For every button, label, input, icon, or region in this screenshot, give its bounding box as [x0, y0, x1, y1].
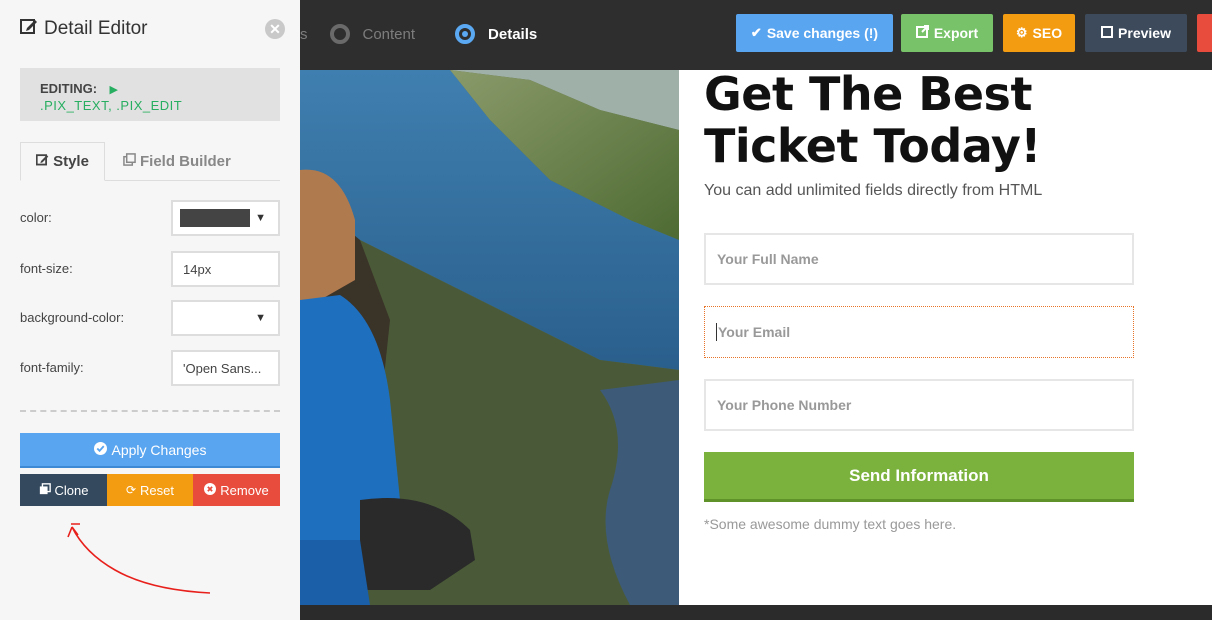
preview-button[interactable]: Preview: [1085, 14, 1187, 52]
window-icon: [1101, 25, 1114, 41]
remove-label: Remove: [220, 482, 269, 498]
email-field[interactable]: Your Email: [704, 306, 1134, 358]
property-row-background-color: background-color: ▼: [20, 300, 280, 336]
field-placeholder: Your Email: [718, 324, 791, 340]
element-actions: Clone ⟳ Reset Remove: [20, 474, 280, 506]
refresh-icon: ⟳: [125, 483, 137, 497]
color-select[interactable]: ▼: [171, 200, 280, 236]
times-circle-icon: [204, 482, 217, 498]
property-row-font-size: font-size: 14px: [20, 251, 280, 287]
dashed-divider: [20, 410, 280, 412]
step-details[interactable]: Details: [455, 24, 537, 44]
dropdown-arrow-icon: ▼: [255, 312, 266, 324]
step-label: Content: [362, 25, 416, 43]
export-button[interactable]: Export: [901, 14, 993, 52]
color-swatch: [180, 209, 250, 227]
edit-icon: [20, 17, 38, 41]
property-row-color: color: ▼: [20, 200, 280, 236]
font-size-input[interactable]: 14px: [171, 251, 280, 287]
apply-changes-label: Apply Changes: [111, 441, 207, 458]
remove-button[interactable]: Remove: [193, 474, 280, 506]
hero-image: [300, 70, 679, 605]
panel-title-text: Detail Editor: [44, 18, 148, 39]
fjord-landscape-image: [300, 70, 679, 605]
editing-label: EDITING:: [40, 81, 98, 96]
external-link-icon: [915, 25, 929, 41]
seo-label: SEO: [1032, 25, 1063, 41]
tab-style[interactable]: Style: [20, 142, 105, 181]
tab-label: Style: [53, 153, 89, 170]
step-content[interactable]: Content: [329, 24, 416, 44]
tab-label: Field Builder: [140, 153, 231, 170]
step-label: Details: [488, 25, 538, 43]
property-value: 14px: [183, 261, 212, 277]
field-placeholder: Your Full Name: [717, 251, 819, 267]
text-caret: [716, 323, 717, 341]
property-row-font-family: font-family: 'Open Sans...: [20, 350, 280, 386]
play-icon[interactable]: ▶: [110, 84, 118, 96]
page-subtext[interactable]: You can add unlimited fields directly fr…: [704, 182, 1042, 200]
property-label: font-family:: [20, 360, 84, 375]
step-circle-active-icon: [455, 24, 476, 44]
full-name-field[interactable]: Your Full Name: [704, 233, 1134, 285]
edit-icon: [35, 153, 49, 170]
export-label: Export: [933, 25, 979, 41]
reset-label: Reset: [140, 482, 175, 498]
check-icon: ✔: [750, 25, 762, 40]
panel-title: Detail Editor: [20, 17, 148, 41]
detail-editor-panel: Detail Editor ✕ EDITING: ▶ .PIX_TEXT, .P…: [0, 0, 300, 620]
step-label: s: [300, 25, 308, 43]
save-changes-label: Save changes (!): [766, 25, 879, 41]
step-nav: s Content Details: [300, 0, 577, 68]
property-label: font-size:: [20, 261, 73, 276]
clone-icon: [39, 482, 51, 498]
page-headline[interactable]: Get The Best Ticket Today!: [704, 68, 1144, 172]
step-circle-icon: [329, 24, 350, 44]
clone-icon: [123, 153, 136, 170]
tab-field-builder[interactable]: Field Builder: [123, 142, 231, 181]
field-placeholder: Your Phone Number: [717, 397, 852, 413]
bottom-strip: [300, 605, 1212, 620]
seo-button[interactable]: ⚙ SEO: [1003, 14, 1075, 52]
property-label: background-color:: [20, 310, 125, 325]
save-changes-button[interactable]: ✔ Save changes (!): [736, 14, 893, 52]
reset-button[interactable]: ⟳ Reset: [107, 474, 193, 506]
apply-changes-button[interactable]: Apply Changes: [20, 433, 280, 468]
property-label: color:: [20, 210, 52, 225]
property-value: 'Open Sans...: [183, 360, 262, 376]
phone-number-field[interactable]: Your Phone Number: [704, 379, 1134, 431]
close-icon[interactable]: ✕: [265, 19, 285, 39]
editing-target-selector: .PIX_TEXT, .PIX_EDIT: [40, 98, 183, 113]
font-family-input[interactable]: 'Open Sans...: [171, 350, 280, 386]
red-arrow-annotation: [67, 523, 211, 594]
editor-tabs: Style Field Builder: [20, 142, 280, 181]
clone-label: Clone: [54, 482, 89, 498]
check-circle-icon: [93, 441, 107, 458]
clone-button[interactable]: Clone: [20, 474, 107, 506]
preview-label: Preview: [1118, 25, 1171, 41]
gear-icon: ⚙: [1015, 25, 1028, 40]
footnote-text[interactable]: *Some awesome dummy text goes here.: [704, 516, 956, 532]
danger-button[interactable]: [1197, 14, 1212, 52]
send-information-button[interactable]: Send Information: [704, 452, 1134, 502]
background-color-select[interactable]: ▼: [171, 300, 280, 336]
landing-content: Get The Best Ticket Today! You can add u…: [679, 68, 1212, 605]
step-prev[interactable]: s: [300, 26, 308, 43]
dropdown-arrow-icon: ▼: [255, 212, 266, 224]
editing-target-box: EDITING: ▶ .PIX_TEXT, .PIX_EDIT: [20, 68, 280, 121]
